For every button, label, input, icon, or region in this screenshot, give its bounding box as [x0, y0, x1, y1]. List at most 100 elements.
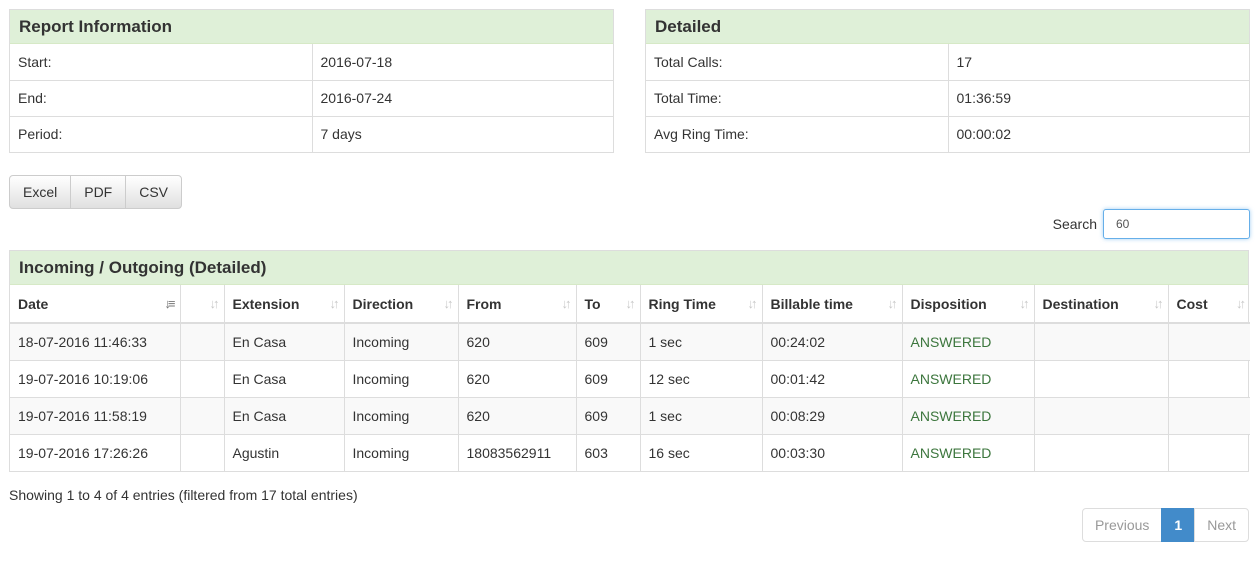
column-header-ring-time[interactable]: Ring Time ↓↑ — [639, 285, 762, 324]
sort-icon: ↓↑ — [329, 296, 340, 311]
search-input[interactable] — [1103, 209, 1250, 239]
cell-blank — [179, 323, 224, 360]
calls-table: Date ↓≡ ↓↑ Extension ↓↑ Direction ↓↑ From ↓↑… — [10, 285, 1250, 471]
previous-page-button[interactable]: Previous — [1081, 508, 1163, 542]
column-header-label: Disposition — [910, 295, 987, 312]
column-header-label: Direction — [352, 295, 414, 312]
cell-to: 609 — [575, 396, 640, 434]
cell-direction: Incoming — [343, 323, 458, 360]
cell-from: 620 — [457, 396, 576, 434]
next-page-button[interactable]: Next — [1194, 508, 1249, 542]
start-value: 2016-07-18 — [311, 44, 613, 80]
excel-export-button[interactable]: Excel — [9, 175, 72, 209]
column-header-date[interactable]: Date ↓≡ — [10, 285, 180, 324]
report-info-row: Period: 7 days — [10, 115, 613, 152]
cell-date: 19-07-2016 17:26:26 — [10, 433, 180, 471]
report-info-row: End: 2016-07-24 — [10, 79, 613, 116]
cell-blank — [179, 396, 224, 434]
column-header-direction[interactable]: Direction ↓↑ — [343, 285, 458, 324]
cell-ring-time: 1 sec — [639, 396, 762, 434]
detailed-panel: Detailed Total Calls: 17 Total Time: 01:… — [645, 9, 1250, 153]
avg-ring-time-label: Avg Ring Time: — [646, 115, 948, 152]
column-header-blank[interactable]: ↓↑ — [179, 285, 224, 324]
total-time-value: 01:36:59 — [947, 79, 1249, 116]
cell-extension: En Casa — [223, 396, 344, 434]
column-header-label: From — [466, 295, 502, 312]
cell-destination — [1033, 323, 1168, 360]
cell-blank — [179, 433, 224, 471]
export-button-group: Excel PDF CSV — [9, 175, 183, 209]
sort-icon: ↓↑ — [561, 296, 572, 311]
column-header-disposition[interactable]: Disposition ↓↑ — [901, 285, 1034, 324]
end-value: 2016-07-24 — [311, 79, 613, 116]
page-1-button[interactable]: 1 — [1161, 508, 1196, 542]
cell-destination — [1033, 433, 1168, 471]
column-header-label: Ring Time — [648, 295, 716, 312]
detailed-table: Total Calls: 17 Total Time: 01:36:59 Avg… — [646, 44, 1249, 152]
cell-from: 620 — [457, 323, 576, 360]
avg-ring-time-value: 00:00:02 — [947, 115, 1249, 152]
table-row: 19-07-2016 10:19:06 En Casa Incoming 620… — [10, 359, 1250, 397]
table-row: 18-07-2016 11:46:33 En Casa Incoming 620… — [10, 323, 1250, 360]
cell-disposition: ANSWERED — [901, 396, 1034, 434]
cell-date: 18-07-2016 11:46:33 — [10, 323, 180, 360]
cell-billable-time: 00:24:02 — [761, 323, 902, 360]
cell-ring-time: 16 sec — [639, 433, 762, 471]
cell-cost — [1167, 323, 1250, 360]
cell-billable-time: 00:08:29 — [761, 396, 902, 434]
column-header-cost[interactable]: Cost ↓↑ — [1167, 285, 1250, 324]
column-header-label: Destination — [1042, 295, 1119, 312]
sort-icon: ↓↑ — [747, 296, 758, 311]
report-info-row: Start: 2016-07-18 — [10, 44, 613, 80]
sort-icon: ↓↑ — [1236, 296, 1246, 311]
search-label: Search — [1052, 216, 1097, 232]
column-header-label: Cost — [1176, 295, 1208, 312]
column-header-to[interactable]: To ↓↑ — [575, 285, 640, 324]
column-header-label: Billable time — [770, 295, 853, 312]
table-row: 19-07-2016 11:58:19 En Casa Incoming 620… — [10, 396, 1250, 434]
cell-direction: Incoming — [343, 396, 458, 434]
cell-from: 620 — [457, 359, 576, 397]
cell-to: 609 — [575, 359, 640, 397]
pdf-export-button[interactable]: PDF — [70, 175, 127, 209]
cell-to: 603 — [575, 433, 640, 471]
cell-extension: En Casa — [223, 359, 344, 397]
cell-cost — [1167, 359, 1250, 397]
table-header-row: Date ↓≡ ↓↑ Extension ↓↑ Direction ↓↑ From ↓↑… — [10, 285, 1250, 324]
cell-extension: Agustin — [223, 433, 344, 471]
cell-blank — [179, 359, 224, 397]
column-header-label: To — [584, 295, 601, 312]
column-header-extension[interactable]: Extension ↓↑ — [223, 285, 344, 324]
column-header-destination[interactable]: Destination ↓↑ — [1033, 285, 1168, 324]
column-header-label: Extension — [232, 295, 300, 312]
period-value: 7 days — [311, 115, 613, 152]
table-info: Showing 1 to 4 of 4 entries (filtered fr… — [9, 487, 358, 503]
end-label: End: — [10, 79, 312, 116]
calls-table-panel: Incoming / Outgoing (Detailed) Date ↓≡ ↓↑… — [9, 250, 1250, 472]
cell-destination — [1033, 359, 1168, 397]
total-calls-value: 17 — [947, 44, 1249, 80]
cell-extension: En Casa — [223, 323, 344, 360]
cell-ring-time: 12 sec — [639, 359, 762, 397]
sort-icon: ↓↑ — [209, 296, 220, 311]
cell-billable-time: 00:03:30 — [761, 433, 902, 471]
detailed-row: Total Calls: 17 — [646, 44, 1249, 80]
cell-direction: Incoming — [343, 359, 458, 397]
cell-billable-time: 00:01:42 — [761, 359, 902, 397]
sort-icon: ↓↑ — [443, 296, 454, 311]
report-info-table: Start: 2016-07-18 End: 2016-07-24 Period… — [10, 44, 613, 152]
sort-icon: ↓↑ — [887, 296, 898, 311]
cell-direction: Incoming — [343, 433, 458, 471]
cell-disposition: ANSWERED — [901, 359, 1034, 397]
detailed-row: Avg Ring Time: 00:00:02 — [646, 115, 1249, 152]
period-label: Period: — [10, 115, 312, 152]
column-header-from[interactable]: From ↓↑ — [457, 285, 576, 324]
cell-cost — [1167, 396, 1250, 434]
cell-cost — [1167, 433, 1250, 471]
csv-export-button[interactable]: CSV — [125, 175, 183, 209]
calls-table-title: Incoming / Outgoing (Detailed) — [10, 251, 1248, 285]
column-header-billable-time[interactable]: Billable time ↓↑ — [761, 285, 902, 324]
sort-icon: ↓↑ — [625, 296, 636, 311]
cell-disposition: ANSWERED — [901, 323, 1034, 360]
cell-destination — [1033, 396, 1168, 434]
